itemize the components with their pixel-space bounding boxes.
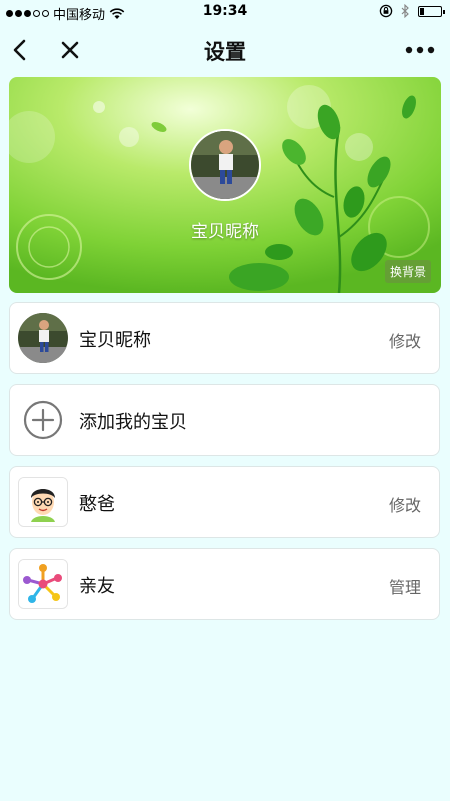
plus-circle-icon — [18, 395, 68, 445]
page-title: 设置 — [204, 40, 246, 64]
bluetooth-icon — [401, 4, 409, 18]
list-item-family[interactable]: 亲友 管理 — [9, 548, 440, 620]
manage-button[interactable]: 管理 — [389, 574, 421, 598]
edit-button[interactable]: 修改 — [389, 328, 421, 352]
rotation-lock-icon — [379, 4, 393, 18]
baby-photo — [191, 131, 259, 199]
edit-button[interactable]: 修改 — [389, 492, 421, 516]
baby-name-display: 宝贝昵称 — [191, 222, 259, 242]
nav-bar: 设置 — [0, 24, 450, 76]
list-item-label: 宝贝昵称 — [79, 330, 151, 351]
more-button[interactable] — [402, 34, 438, 66]
family-network-icon — [18, 559, 68, 609]
change-background-button[interactable]: 换背景 — [384, 260, 431, 283]
profile-banner: 宝贝昵称 换背景 — [9, 77, 441, 293]
baby-avatar — [18, 313, 68, 363]
dad-avatar — [18, 477, 68, 527]
more-dots-icon — [405, 46, 435, 54]
list-item-label: 添加我的宝贝 — [79, 412, 187, 433]
list-item-label: 亲友 — [79, 576, 115, 597]
list-item-label: 憨爸 — [79, 494, 115, 515]
status-right — [379, 4, 445, 18]
list-item-dad[interactable]: 憨爸 修改 — [9, 466, 440, 538]
list-item-add-baby[interactable]: 添加我的宝贝 — [9, 384, 440, 456]
battery-icon — [418, 5, 445, 17]
list-item-baby[interactable]: 宝贝昵称 修改 — [9, 302, 440, 374]
status-bar: 中国移动 19:34 — [0, 0, 450, 24]
baby-avatar-large[interactable] — [189, 129, 261, 201]
